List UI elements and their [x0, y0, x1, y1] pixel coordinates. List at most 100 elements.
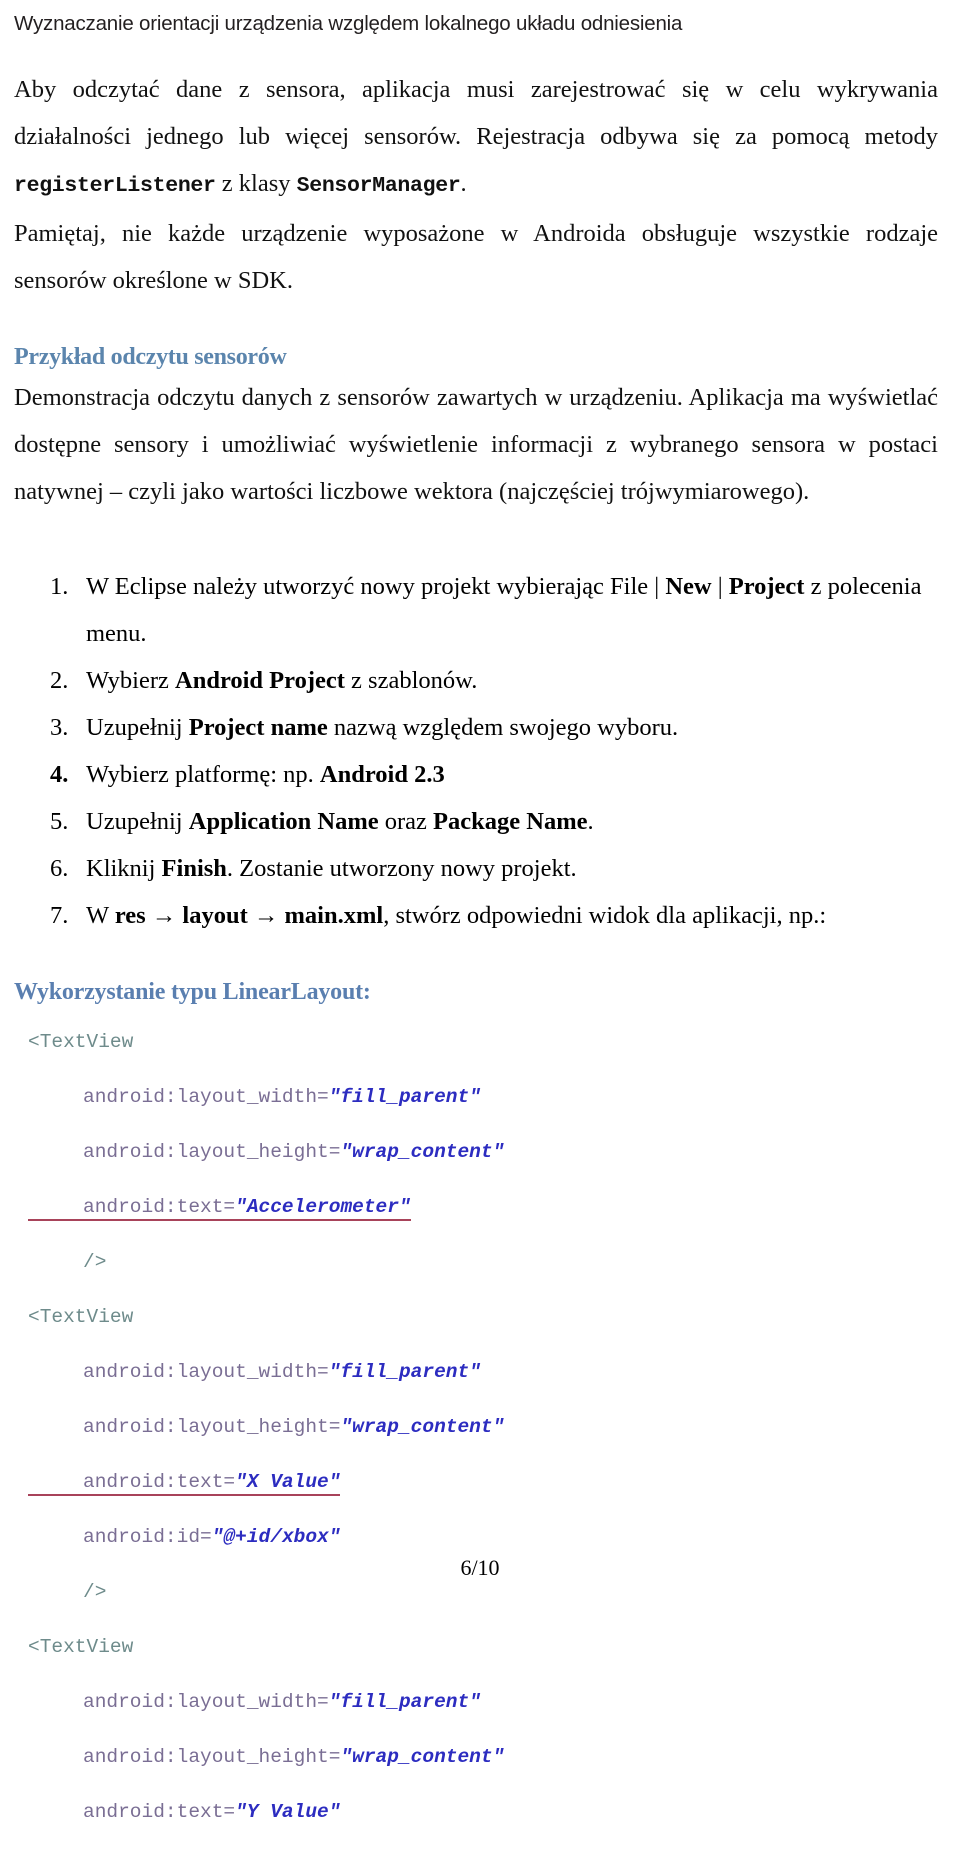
step-text: Kliknij Finish. Zostanie utworzony nowy … [86, 855, 577, 882]
step-text: W Eclipse należy utworzyć nowy projekt w… [86, 573, 921, 647]
code-token-attr: android:layout_width= [83, 1085, 329, 1108]
step-run: . Zostanie utworzony nowy projekt. [226, 854, 577, 882]
code-token-attr: android:id= [83, 1525, 212, 1548]
code-token-val: "X Value" [235, 1470, 341, 1493]
page-number: 6/10 [460, 1555, 500, 1580]
step-emphasis: Application Name [188, 807, 379, 835]
step-number: 4. [50, 760, 69, 788]
code-token-val: "fill_parent" [328, 1085, 481, 1108]
list-item: 5. Uzupełnij Application Name oraz Packag… [14, 798, 938, 845]
section-heading-linearlayout: Wykorzystanie typu LinearLayout: [14, 978, 371, 1005]
step-text: Wybierz Android Project z szablonów. [86, 667, 477, 694]
code-token-attr: android:layout_width= [83, 1690, 329, 1713]
code-line: <TextView [28, 1029, 938, 1057]
code-line: /> [28, 1579, 938, 1607]
step-run: Wybierz [86, 666, 175, 694]
step-run: Kliknij [86, 854, 162, 882]
step-emphasis: New [665, 572, 712, 600]
code-line: android:layout_width="fill_parent" [28, 1084, 938, 1112]
intro-text-3: . [460, 169, 467, 197]
code-line-content: /> [28, 1251, 106, 1273]
code-line: android:text="X Value" [28, 1469, 938, 1497]
code-line-content: android:layout_height="wrap_content" [28, 1746, 504, 1768]
step-number: 7. [50, 901, 69, 929]
step-text: Uzupełnij Project name nazwą względem sw… [86, 714, 678, 741]
code-token-tag: <TextView [28, 1635, 134, 1658]
step-emphasis: Project name [188, 713, 328, 741]
list-item: 7. W res → layout → main.xml, stwórz odpo… [14, 892, 938, 939]
code-line-content: android:layout_height="wrap_content" [28, 1416, 504, 1438]
step-number: 2. [50, 666, 69, 694]
code-token-attr: android:text= [83, 1470, 236, 1493]
step-text: Wybierz platformę: np. Android 2.3 [86, 761, 445, 788]
code-line-content: android:text="Y Value" [28, 1801, 340, 1823]
code-line-content: android:id="@+id/xbox" [28, 1526, 340, 1548]
code-token-tag: <TextView [28, 1030, 134, 1053]
code-line: /> [28, 1249, 938, 1277]
step-text: Uzupełnij Application Name oraz Package … [86, 808, 594, 835]
code-token-attr: android:layout_width= [83, 1360, 329, 1383]
code-line-content: <TextView [28, 1031, 133, 1053]
code-token-val: "fill_parent" [328, 1690, 481, 1713]
code-line: android:text="Accelerometer" [28, 1194, 938, 1222]
code-line-content: android:layout_width="fill_parent" [28, 1361, 481, 1383]
code-token-attr: android:layout_height= [83, 1140, 341, 1163]
intro-paragraph-2: Pamiętaj, nie każde urządzenie wyposażon… [14, 219, 938, 294]
step-run: , stwórz odpowiedni widok dla aplikacji,… [383, 901, 827, 929]
code-token-val: "Accelerometer" [235, 1195, 411, 1218]
step-number: 3. [50, 713, 69, 741]
list-item: 4. Wybierz platformę: np. Android 2.3 [14, 751, 938, 798]
code-register-listener: registerListener [14, 173, 216, 198]
step-number: 1. [50, 572, 69, 600]
steps-list: 1. W Eclipse należy utworzyć nowy projekt… [14, 563, 938, 939]
page-content: Aby odczytać dane z sensora, aplikacja m… [0, 66, 960, 1854]
code-token-val: "@+id/xbox" [211, 1525, 341, 1548]
code-line: android:layout_width="fill_parent" [28, 1359, 938, 1387]
code-line: <TextView [28, 1304, 938, 1332]
code-line-content: android:text="Accelerometer" [28, 1195, 411, 1221]
code-token-attr: android:text= [83, 1195, 236, 1218]
code-sensor-manager: SensorManager [296, 173, 461, 198]
step-run: Uzupełnij [86, 807, 189, 835]
code-line: android:layout_height="wrap_content" [28, 1414, 938, 1442]
code-token-val: "wrap_content" [340, 1415, 505, 1438]
code-token-val: "fill_parent" [328, 1360, 481, 1383]
step-run: oraz [378, 807, 434, 835]
code-line-content: <TextView [28, 1636, 133, 1658]
xml-code-block: <TextView android:layout_width="fill_par… [14, 1029, 938, 1854]
intro-text-1: Aby odczytać dane z sensora, aplikacja m… [14, 75, 938, 150]
code-token-tag: /> [83, 1250, 107, 1273]
list-item: 6. Kliknij Finish. Zostanie utworzony now… [14, 845, 938, 892]
code-line-content: android:layout_width="fill_parent" [28, 1086, 481, 1108]
code-line: android:id="@+id/xbox" [28, 1524, 938, 1552]
list-item: 3. Uzupełnij Project name nazwą względem … [14, 704, 938, 751]
step-emphasis: Finish [161, 854, 227, 882]
code-token-attr: android:layout_height= [83, 1415, 341, 1438]
code-token-val: "wrap_content" [340, 1745, 505, 1768]
intro-paragraph-1: Aby odczytać dane z sensora, aplikacja m… [14, 66, 938, 210]
step-run: W Eclipse należy utworzyć nowy projekt w… [86, 572, 666, 600]
code-line: android:text="Y Value" [28, 1799, 938, 1827]
intro-text-2: z klasy [215, 169, 297, 197]
code-token-tag: /> [83, 1580, 107, 1603]
code-line: <TextView [28, 1634, 938, 1662]
section-sensors-description: Demonstracja odczytu danych z sensorów z… [14, 383, 938, 505]
document-page: Wyznaczanie orientacji urządzenia względ… [0, 0, 960, 1823]
section-heading-sensors: Przykład odczytu sensorów [14, 343, 287, 370]
step-number: 6. [50, 854, 69, 882]
code-token-val: "Y Value" [235, 1800, 341, 1823]
code-line: android:layout_width="fill_parent" [28, 1689, 938, 1717]
step-run: . [587, 807, 594, 835]
step-run: z szablonów. [344, 666, 478, 694]
code-line-content: <TextView [28, 1306, 133, 1328]
step-emphasis: Android 2.3 [319, 760, 445, 788]
code-line-content: /> [28, 1581, 106, 1603]
step-emphasis: res → layout → main.xml [114, 901, 384, 929]
step-emphasis: Android Project [175, 666, 345, 694]
list-item: 1. W Eclipse należy utworzyć nowy projekt… [14, 563, 938, 657]
step-text: W res → layout → main.xml, stwórz odpowi… [86, 902, 826, 929]
step-run: nazwą względem swojego wyboru. [327, 713, 679, 741]
